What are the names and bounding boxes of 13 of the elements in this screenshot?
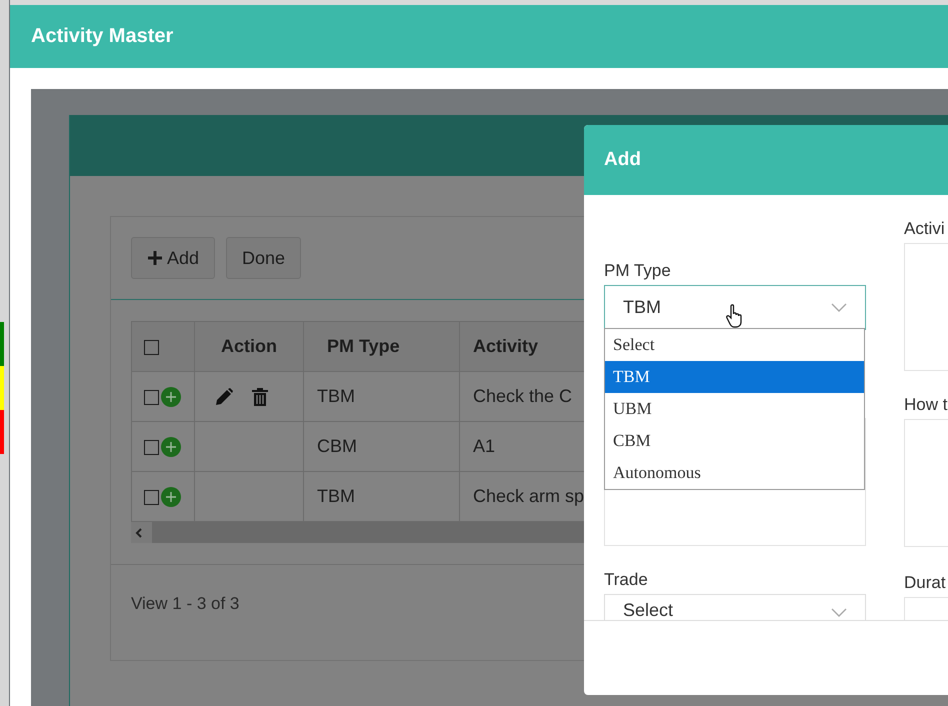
table-cell: TBM (304, 372, 460, 422)
dialog-title: Add (604, 149, 641, 171)
field-label: Activi (904, 219, 946, 239)
field-label: Durat (904, 573, 947, 593)
window-title: Activity Master (31, 25, 174, 48)
field-label: Trade (604, 570, 649, 590)
pager-info: View 1 - 3 of 3 (131, 594, 240, 613)
field-label: PM Type (604, 261, 672, 281)
column-header: PM Type (304, 322, 460, 372)
column-header: Action (194, 322, 304, 372)
field-label: How t (904, 395, 948, 415)
table-cell: TBM (304, 472, 460, 522)
table-cell: CBM (304, 422, 460, 472)
